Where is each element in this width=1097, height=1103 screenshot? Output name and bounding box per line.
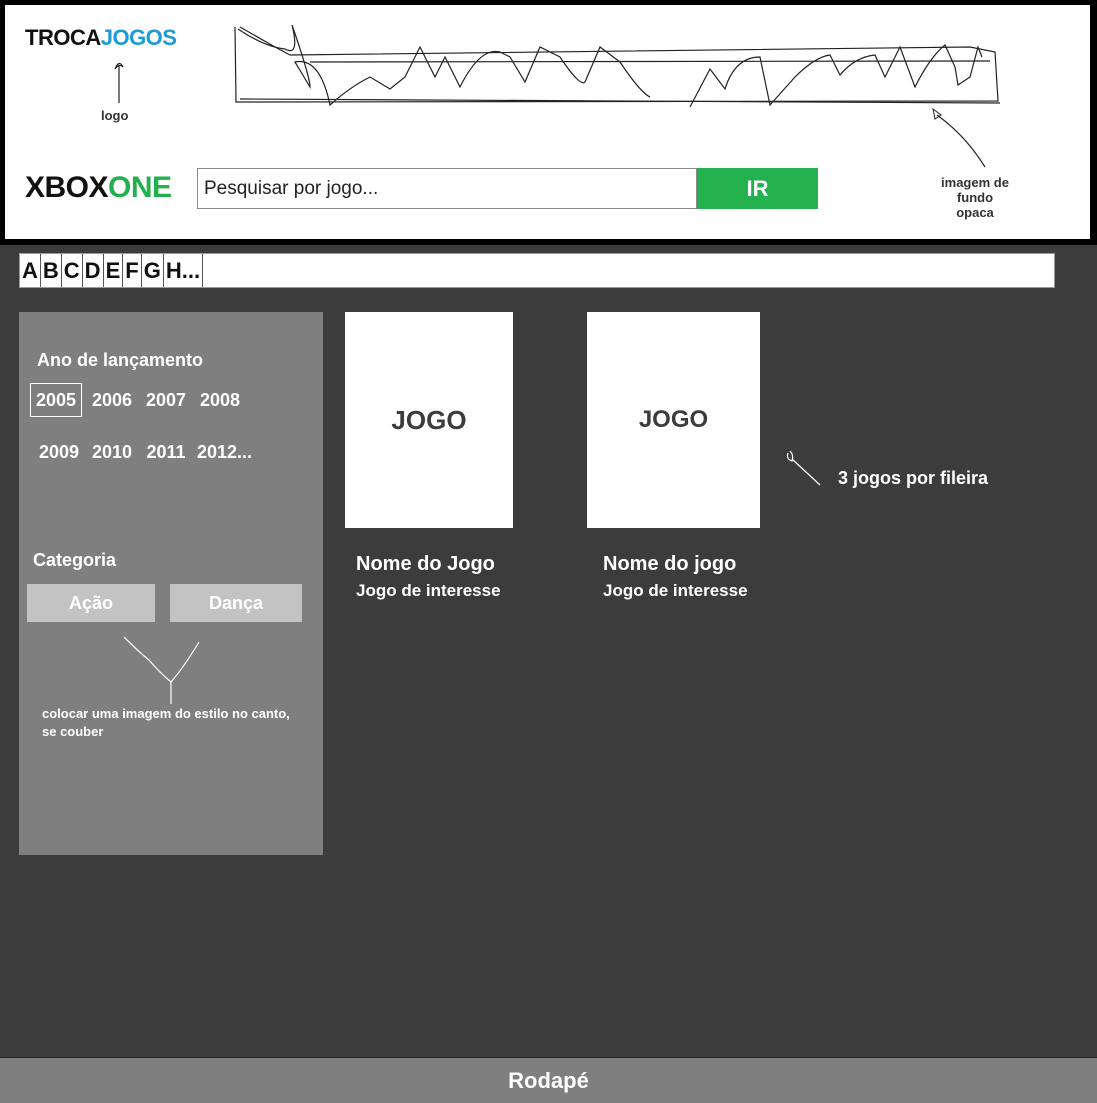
header: TROCAJOGOS logo imagem de fundo opaca XB… [0, 0, 1097, 245]
search-input[interactable]: Pesquisar por jogo... [197, 168, 697, 209]
background-note-arrow-icon [932, 107, 986, 168]
per-row-note: 3 jogos por fileira [838, 468, 989, 488]
year-2010[interactable]: 2010 [86, 442, 138, 463]
platform-text-one: ONE [108, 171, 172, 204]
year-2006[interactable]: 2006 [86, 390, 138, 411]
category-note-line1: colocar uma imagem do estilo no canto, [42, 706, 290, 721]
game-card-2-name[interactable]: Nome do jogo [603, 553, 736, 576]
letter-g[interactable]: G [142, 254, 164, 287]
year-2011[interactable]: 2011 [140, 442, 192, 463]
background-note-line2: opaca [956, 205, 994, 220]
platform-text-xbox: XBOX [25, 171, 109, 204]
category-note: colocar uma imagem do estilo no canto, s… [42, 705, 312, 741]
year-2012-more[interactable]: 2012... [197, 442, 267, 463]
game-card-1-subtitle: Jogo de interesse [356, 581, 501, 600]
game-card-1-name[interactable]: Nome do Jogo [356, 553, 495, 576]
year-2007[interactable]: 2007 [140, 390, 192, 411]
alphabet-filter-bar: A B C D E F G H... [19, 253, 1055, 288]
logo-text-jogos: JOGOS [100, 25, 177, 50]
release-year-title: Ano de lançamento [37, 350, 204, 370]
letter-c[interactable]: C [62, 254, 83, 287]
footer: Rodapé [0, 1057, 1097, 1103]
category-danca-button[interactable]: Dança [170, 584, 302, 622]
per-row-note-arrow-icon [786, 450, 821, 486]
game-card-2-image[interactable]: JOGO [587, 312, 760, 528]
logo-text-troca: TROCA [25, 25, 101, 50]
logo-arrow-icon [114, 62, 124, 103]
category-title: Categoria [33, 550, 117, 570]
game-card-2-subtitle: Jogo de interesse [603, 581, 748, 600]
year-2005[interactable]: 2005 [30, 383, 82, 417]
filter-sidebar: Ano de lançamento 2005 2006 2007 2008 20… [19, 312, 323, 855]
year-2009[interactable]: 2009 [33, 442, 85, 463]
search-button[interactable]: IR [697, 168, 818, 209]
letter-a[interactable]: A [20, 254, 41, 287]
logo-note: logo [101, 108, 129, 123]
platform-title: XBOXONE [25, 171, 172, 205]
game-card-1-image[interactable]: JOGO [345, 312, 513, 528]
background-note: imagem de fundo opaca [925, 175, 1025, 220]
letter-e[interactable]: E [104, 254, 124, 287]
category-note-line2: se couber [42, 724, 104, 739]
letter-b[interactable]: B [41, 254, 62, 287]
letter-f[interactable]: F [123, 254, 142, 287]
letter-h-more[interactable]: H... [164, 254, 204, 287]
background-note-line1: imagem de fundo [941, 175, 1009, 205]
background-image-sketch [234, 24, 1001, 108]
year-2008[interactable]: 2008 [194, 390, 246, 411]
category-note-arrow-icon [123, 636, 200, 704]
category-acao-button[interactable]: Ação [27, 584, 155, 622]
site-logo[interactable]: TROCAJOGOS [25, 25, 177, 51]
header-panel: TROCAJOGOS logo imagem de fundo opaca XB… [5, 5, 1090, 239]
letter-d[interactable]: D [83, 254, 104, 287]
